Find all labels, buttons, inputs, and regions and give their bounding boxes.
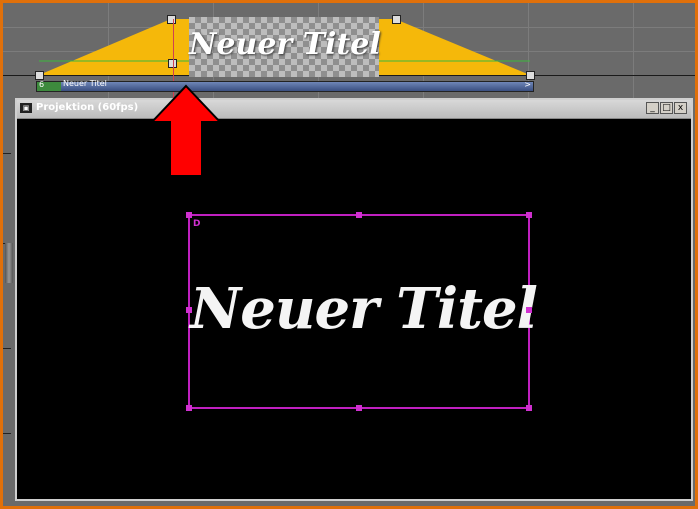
resize-handle-bottom[interactable] (356, 405, 362, 411)
resize-handle-bottom-left[interactable] (186, 405, 192, 411)
preview-title-text[interactable]: Neuer Titel (190, 276, 538, 342)
track-marker (3, 433, 11, 434)
resize-handle-top[interactable] (356, 212, 362, 218)
clip-start-marker: 6 (39, 80, 45, 89)
side-scroll-handle[interactable] (5, 243, 13, 283)
fade-in-top-handle[interactable] (167, 15, 176, 24)
resize-handle-top-left[interactable] (186, 212, 192, 218)
projection-window: ▣ Projektion (60fps) _ □ x D Neuer Titel (15, 98, 693, 501)
track-marker (3, 348, 11, 349)
selection-label: D (193, 219, 201, 229)
title-selection-box[interactable]: D Neuer Titel (186, 212, 538, 411)
clip-end-handle[interactable] (526, 71, 535, 80)
clip-thumbnail[interactable]: Neuer Titel (189, 17, 381, 77)
fade-out-shape (379, 19, 530, 75)
minimize-button[interactable]: _ (646, 102, 659, 114)
annotation-arrow-icon (150, 84, 222, 177)
resize-handle-right[interactable] (526, 307, 532, 313)
maximize-button[interactable]: □ (660, 102, 673, 114)
resize-handle-bottom-right[interactable] (526, 405, 532, 411)
monitor-icon: ▣ (20, 103, 32, 113)
fade-in-shape (39, 19, 189, 75)
clip-bar[interactable]: 6 Neuer Titel > (36, 79, 534, 92)
projection-title: Projektion (60fps) (36, 102, 139, 113)
clip-label: Neuer Titel (63, 79, 107, 88)
track-marker (3, 153, 11, 154)
fade-out-top-handle[interactable] (392, 15, 401, 24)
projection-titlebar[interactable]: ▣ Projektion (60fps) _ □ x (17, 100, 691, 119)
thumbnail-title: Neuer Titel (189, 27, 381, 62)
resize-handle-left[interactable] (186, 307, 192, 313)
resize-handle-top-right[interactable] (526, 212, 532, 218)
clip-start-handle[interactable] (35, 71, 44, 80)
clip-end-marker: > (524, 80, 531, 89)
close-button[interactable]: x (674, 102, 687, 114)
